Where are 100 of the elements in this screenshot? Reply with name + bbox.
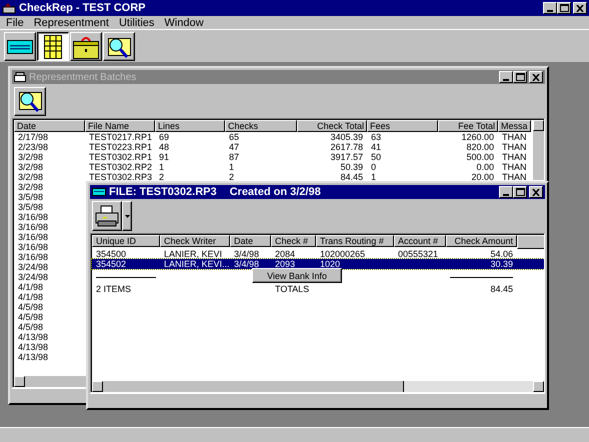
table-cell: 354502 — [96, 259, 126, 269]
column-header[interactable]: Fee Total — [438, 120, 498, 132]
search-button[interactable] — [14, 86, 46, 116]
window-icon — [14, 72, 26, 82]
column-header[interactable]: Check Total — [297, 120, 367, 132]
table-cell-text: 87 — [228, 152, 240, 162]
table-cell-text: 2/17/98 — [17, 132, 50, 142]
column-header[interactable]: Trans Routing # — [316, 235, 394, 247]
menu-item[interactable]: Utilities — [118, 16, 154, 28]
table-cell: 00555321 — [398, 249, 438, 259]
table-cell-text: 3/2/98 — [17, 162, 44, 172]
table-cell-text: 65 — [228, 132, 240, 142]
table-cell: 3/4/98 — [234, 249, 260, 259]
created-date: Created on 3/2/98 — [230, 186, 321, 198]
table-cell: 3/4/98 — [234, 259, 260, 269]
column-header[interactable] — [517, 235, 544, 249]
minimize-button[interactable] — [543, 2, 557, 14]
window-title: Representment Batches — [29, 72, 136, 82]
column-header[interactable]: Date — [230, 235, 271, 247]
table-cell-text: 3/16/98 — [17, 252, 50, 262]
table-cell-text: 50 — [370, 152, 382, 162]
table-cell-text: 4/13/98 — [17, 332, 50, 342]
list-row[interactable]: 354500 LANIER, KEVI 3/4/98 2084 102000265 00555321 54.06 — [92, 249, 544, 259]
table-cell-text: 3/2/98 — [17, 182, 44, 192]
close-icon — [532, 188, 540, 196]
table-cell-text: TEST0302.RP2 — [88, 162, 154, 172]
table-cell: LANIER, KEVI... — [164, 259, 230, 269]
window-title: FILE: TEST0302.RP3 — [109, 186, 217, 198]
column-header[interactable]: Messa — [498, 120, 531, 132]
table-cell-text: 4/13/98 — [17, 352, 50, 362]
close-button[interactable] — [529, 186, 543, 198]
column-header[interactable]: Check # — [271, 235, 316, 247]
table-cell-text: THAN — [501, 152, 528, 162]
dropdown-button[interactable] — [122, 201, 132, 231]
table-cell-text: THAN — [501, 132, 528, 142]
table-cell-text: 3917.57 — [329, 152, 364, 162]
horizontal-scrollbar[interactable] — [14, 376, 86, 387]
close-button[interactable] — [573, 2, 587, 14]
ledger-icon — [44, 34, 62, 58]
column-header[interactable]: Check Writer — [160, 235, 230, 247]
toolbar-button[interactable] — [37, 32, 69, 61]
column-header[interactable]: Date — [14, 120, 85, 132]
table-cell-text: 500.00 — [465, 152, 495, 162]
table-cell: 354500 — [96, 249, 126, 259]
minimize-button[interactable] — [499, 186, 513, 198]
list-row[interactable]: 354502 LANIER, KEVI... 3/4/98 2093 1020 30.39 — [92, 259, 544, 269]
table-cell-text: 4/5/98 — [17, 302, 44, 312]
caret-icon — [124, 214, 130, 218]
table-cell-text: 2 — [228, 172, 236, 182]
print-button[interactable] — [92, 201, 122, 231]
table-cell: 2084 — [275, 249, 296, 259]
column-header[interactable]: Lines — [155, 120, 225, 132]
totals-label: TOTALS — [274, 284, 310, 294]
table-cell-text: 63 — [370, 132, 382, 142]
close-icon — [532, 74, 540, 80]
search-icon — [17, 89, 43, 113]
menu-item[interactable]: Window — [164, 16, 204, 28]
table-cell-text: 50.39 — [339, 162, 364, 172]
close-icon — [576, 4, 584, 12]
table-cell: 30.39 — [490, 259, 513, 269]
table-cell-text: 1 — [228, 162, 236, 172]
menu-item[interactable]: Representment — [34, 16, 109, 28]
table-cell: 102000265 — [320, 249, 366, 259]
column-header[interactable]: File Name — [85, 120, 155, 132]
maximize-button[interactable] — [513, 186, 527, 198]
table-cell-text: 3/16/98 — [17, 232, 50, 242]
table-cell-text: THAN — [501, 162, 528, 172]
column-header[interactable]: Unique ID — [92, 235, 160, 247]
check-icon — [7, 40, 33, 54]
table-cell-text: THAN — [501, 172, 528, 182]
table-cell-text: 3/5/98 — [17, 202, 44, 212]
table-cell-text: 0 — [370, 162, 378, 172]
table-cell-text: 20.00 — [470, 172, 495, 182]
table-cell-text: 2/23/98 — [17, 142, 50, 152]
menu-item[interactable]: View Bank Info — [267, 270, 327, 280]
table-cell-text: 2617.78 — [329, 142, 364, 152]
table-cell: 54.06 — [490, 249, 513, 259]
column-header[interactable]: Checks — [225, 120, 297, 132]
maximize-button[interactable] — [557, 2, 571, 14]
vertical-scrollbar[interactable] — [533, 120, 544, 180]
window-title: CheckRep - TEST CORP — [19, 2, 146, 14]
table-cell-text: 1 — [370, 172, 378, 182]
table-cell-text: THAN — [501, 142, 528, 152]
column-header[interactable]: Check Amount — [446, 235, 517, 247]
table-cell-text: 4/13/98 — [17, 342, 50, 352]
table-cell: LANIER, KEVI — [164, 249, 222, 259]
table-cell-text: 47 — [228, 142, 240, 152]
table-cell-text: TEST0223.RP1 — [88, 142, 154, 152]
table-cell-text: 4/1/98 — [17, 292, 44, 302]
column-header[interactable]: Fees — [367, 120, 438, 132]
horizontal-scrollbar[interactable] — [92, 381, 544, 392]
table-cell-text: 4/5/98 — [17, 322, 44, 332]
table-cell-text: 3/2/98 — [17, 152, 44, 162]
table-cell-text: 1260.00 — [460, 132, 495, 142]
menu-item[interactable]: File — [6, 16, 24, 28]
table-cell-text: TEST0217.RP1 — [88, 132, 154, 142]
table-cell-text: 4/1/98 — [17, 282, 44, 292]
table-cell-text: 1 — [158, 162, 166, 172]
column-header[interactable]: Account # — [394, 235, 446, 247]
total-amount: 84.45 — [489, 284, 514, 294]
